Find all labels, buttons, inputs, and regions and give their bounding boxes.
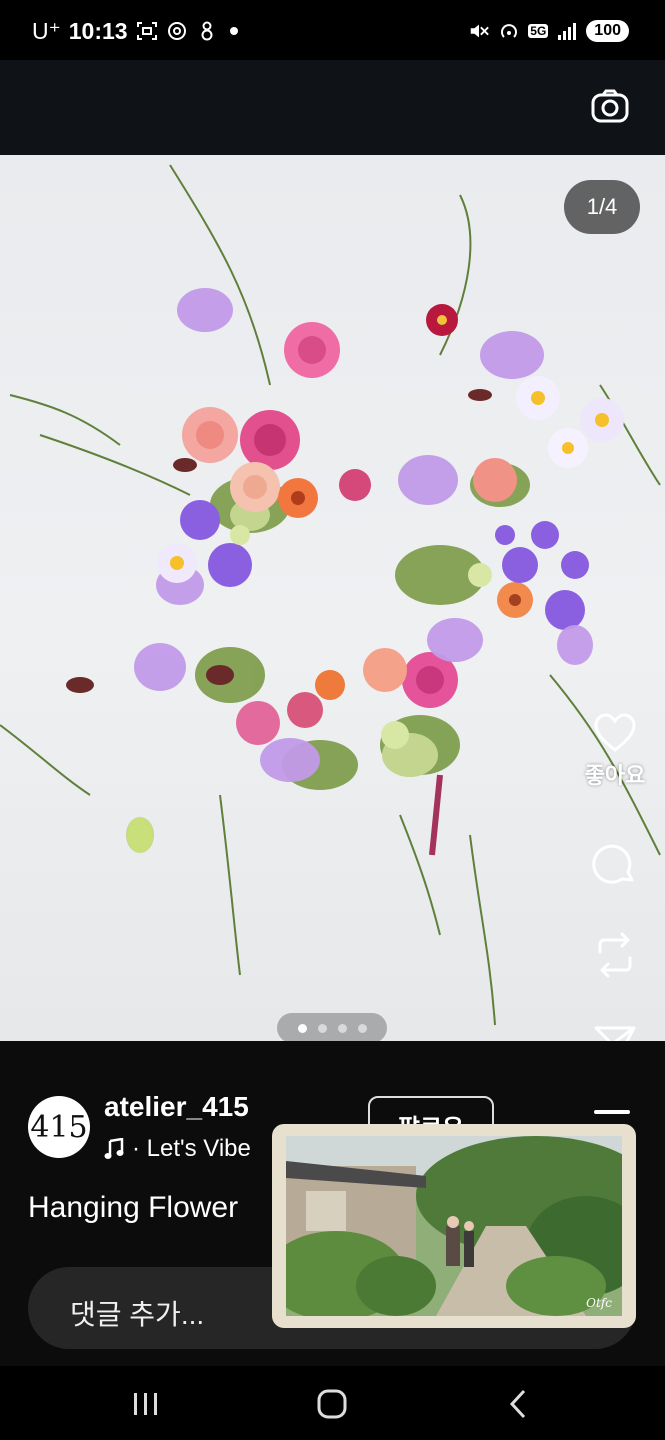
hotspot-icon <box>498 20 520 42</box>
screenshot-icon <box>136 20 158 42</box>
more-notifications-dot <box>229 27 238 35</box>
like-label: 좋아요 <box>584 763 646 788</box>
clock: 10:13 <box>68 17 128 44</box>
home-button[interactable] <box>310 1382 354 1426</box>
carousel-dot-active <box>297 1023 307 1033</box>
post-media[interactable]: 1/4 <box>0 155 665 1041</box>
heart-icon[interactable] <box>592 712 638 754</box>
music-note-icon <box>104 1138 124 1159</box>
carousel-dot <box>317 1023 327 1033</box>
signal-icon <box>556 20 578 42</box>
username[interactable]: atelier_415 <box>104 1091 249 1123</box>
repost-button[interactable] <box>570 930 660 980</box>
recent-apps-button[interactable] <box>124 1382 168 1426</box>
carousel-dot <box>357 1023 367 1033</box>
camera-icon[interactable] <box>589 86 631 128</box>
comment-icon[interactable] <box>592 842 638 888</box>
status-bar: U⁺ 10:13 5G 100 <box>0 0 665 60</box>
post-caption[interactable]: Hanging Flower <box>28 1191 238 1225</box>
carrier-label: U⁺ <box>32 17 61 44</box>
battery-indicator: 100 <box>586 20 629 42</box>
avatar[interactable]: 415 <box>28 1096 90 1158</box>
music-info[interactable]: · Let's Vibe <box>104 1135 251 1163</box>
pip-video-window[interactable]: Otfc <box>272 1124 636 1328</box>
more-options-icon[interactable] <box>592 1109 632 1115</box>
repost-icon[interactable] <box>592 930 638 980</box>
carousel-indicator <box>277 1013 387 1041</box>
flower-wreath-image <box>0 164 661 1026</box>
slide-counter: 1/4 <box>564 180 640 234</box>
home-icon[interactable] <box>316 1388 348 1420</box>
mute-icon <box>468 20 490 42</box>
like-button[interactable]: 좋아요 <box>570 712 660 790</box>
reels-screen: U⁺ 10:13 5G 100 1/4 좋아요 415 atelier_415 … <box>0 0 665 1440</box>
app-notification-icon <box>196 20 218 42</box>
pip-video-frame <box>286 1136 622 1316</box>
comment-placeholder: 댓글 추가... <box>70 1299 205 1330</box>
back-button[interactable] <box>496 1382 540 1426</box>
network-type: 5G <box>528 24 549 38</box>
comment-button[interactable] <box>570 842 660 888</box>
carousel-dot <box>337 1023 347 1033</box>
top-bar <box>0 60 665 155</box>
video-watermark: Otfc <box>586 1296 612 1310</box>
navigation-bar <box>0 1366 665 1440</box>
back-icon[interactable] <box>506 1388 530 1420</box>
music-title: · Let's Vibe <box>132 1135 251 1162</box>
chatgpt-icon <box>166 20 188 42</box>
recent-apps-icon[interactable] <box>131 1391 161 1417</box>
